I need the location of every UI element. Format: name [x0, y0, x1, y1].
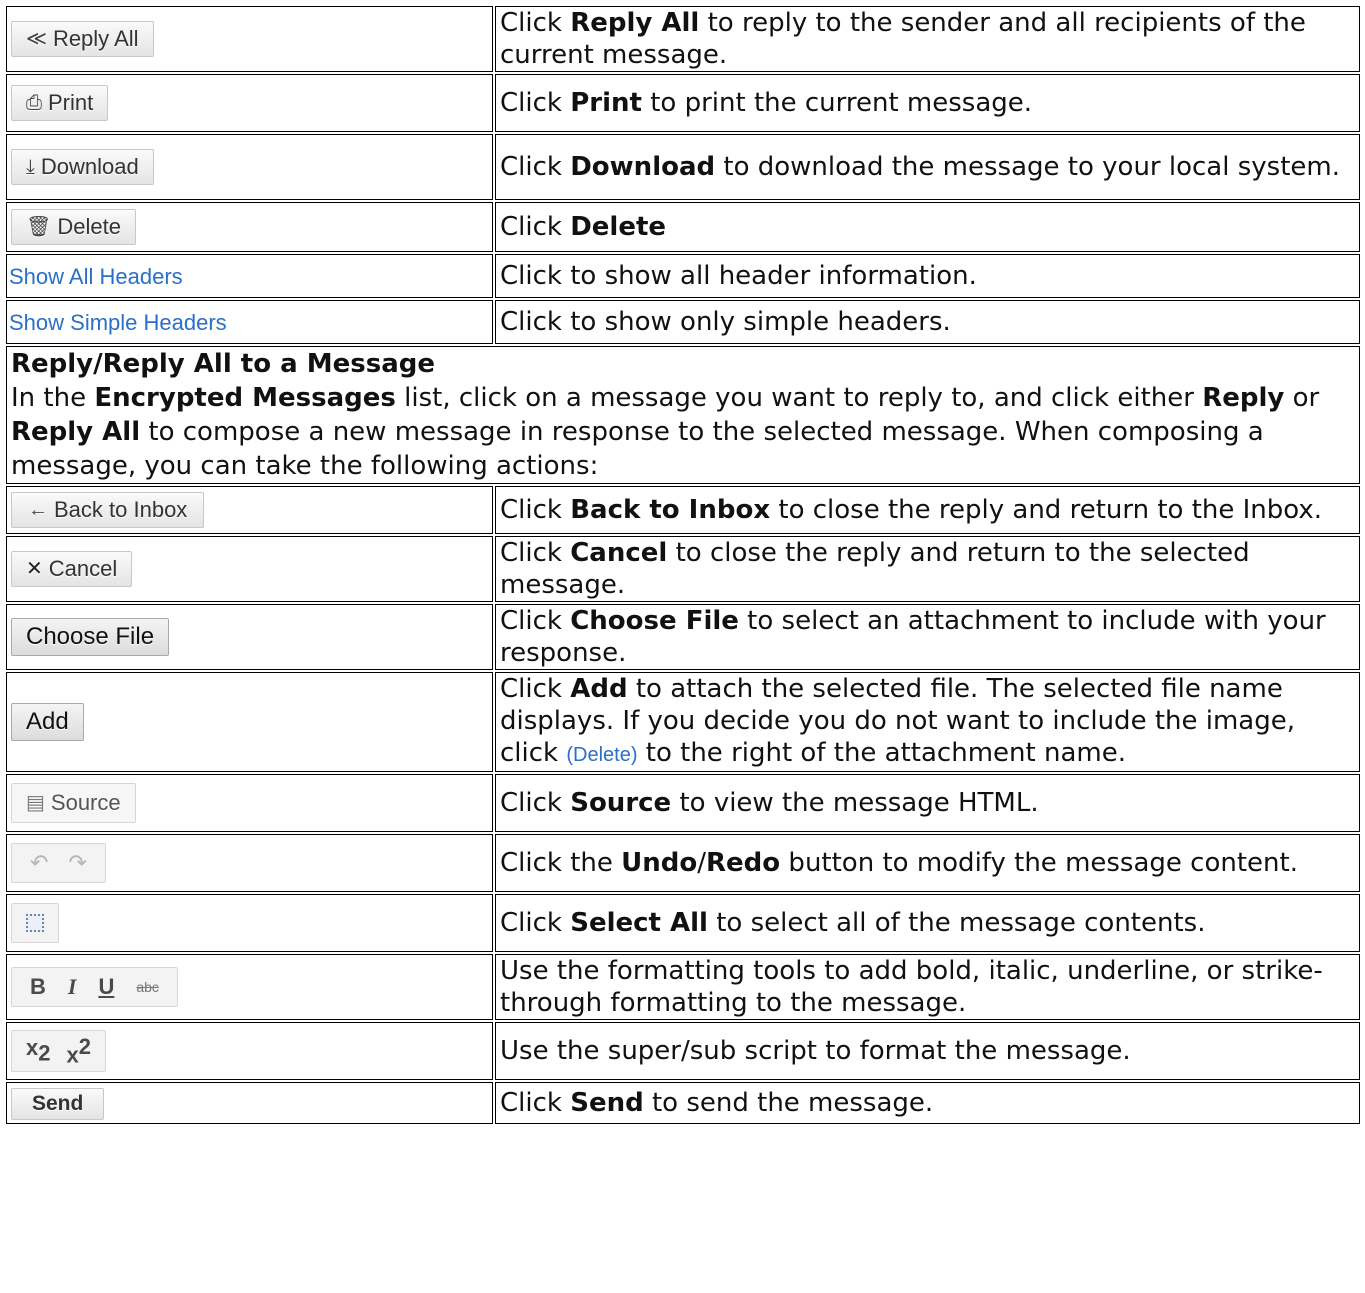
formatting-toolbar: B I U abc: [11, 967, 178, 1007]
arrow-left-icon: ←: [28, 499, 48, 521]
table-row: Choose File Click Choose File to select …: [6, 604, 1360, 670]
script-toolbar: x2 x2: [11, 1030, 106, 1072]
table-row: Click Select All to select all of the me…: [6, 894, 1360, 952]
reply-all-button[interactable]: ≪ Reply All: [11, 21, 154, 57]
select-all-button[interactable]: [11, 903, 59, 943]
control-cell: x2 x2: [6, 1022, 493, 1080]
control-cell: ▤ Source: [6, 774, 493, 832]
italic-icon[interactable]: I: [68, 971, 77, 1003]
table-row: Show All Headers Click to show all heade…: [6, 254, 1360, 298]
show-simple-headers-link[interactable]: Show Simple Headers: [9, 310, 227, 335]
reply-all-icon: ≪: [26, 28, 47, 50]
table-row: ⤓ Download Click Download to download th…: [6, 134, 1360, 200]
control-cell: Choose File: [6, 604, 493, 670]
control-cell: B I U abc: [6, 954, 493, 1020]
trash-icon: 🗑: [26, 216, 52, 238]
cancel-button[interactable]: ✕ Cancel: [11, 551, 133, 587]
table-row: ← Back to Inbox Click Back to Inbox to c…: [6, 486, 1360, 534]
description-cell: Click Back to Inbox to close the reply a…: [495, 486, 1360, 534]
section-title: Reply/Reply All to a Message: [11, 349, 435, 379]
control-cell: Show All Headers: [6, 254, 493, 298]
description-cell: Click Cancel to close the reply and retu…: [495, 536, 1360, 602]
description-cell: Click Choose File to select an attachmen…: [495, 604, 1360, 670]
choose-file-button[interactable]: Choose File: [11, 618, 170, 656]
section-cell: Reply/Reply All to a Message In the Encr…: [6, 346, 1360, 484]
send-button[interactable]: Send: [11, 1088, 105, 1120]
delete-attachment-link[interactable]: (Delete): [566, 744, 637, 766]
table-row: Show Simple Headers Click to show only s…: [6, 300, 1360, 344]
undo-icon[interactable]: ↶: [30, 847, 48, 879]
bold-icon[interactable]: B: [30, 971, 46, 1003]
help-table: ≪ Reply All Click Reply All to reply to …: [4, 4, 1362, 1126]
control-cell: Show Simple Headers: [6, 300, 493, 344]
control-cell: Send: [6, 1082, 493, 1124]
control-cell: [6, 894, 493, 952]
strikethrough-icon[interactable]: abc: [136, 971, 159, 1003]
download-button[interactable]: ⤓ Download: [11, 149, 154, 185]
table-row: B I U abc Use the formatting tools to ad…: [6, 954, 1360, 1020]
close-icon: ✕: [26, 558, 43, 580]
superscript-icon[interactable]: x2: [67, 1031, 92, 1071]
control-cell: ← Back to Inbox: [6, 486, 493, 534]
description-cell: Click Reply All to reply to the sender a…: [495, 6, 1360, 72]
table-row: ⎙ Print Click Print to print the current…: [6, 74, 1360, 132]
table-row: Send Click Send to send the message.: [6, 1082, 1360, 1124]
control-cell: ⤓ Download: [6, 134, 493, 200]
document-icon: ▤: [26, 792, 45, 814]
subscript-icon[interactable]: x2: [26, 1032, 51, 1069]
description-cell: Click the Undo/Redo button to modify the…: [495, 834, 1360, 892]
description-cell: Click to show all header information.: [495, 254, 1360, 298]
description-cell: Click Print to print the current message…: [495, 74, 1360, 132]
source-button[interactable]: ▤ Source: [11, 783, 136, 823]
control-cell: ≪ Reply All: [6, 6, 493, 72]
description-cell: Click Download to download the message t…: [495, 134, 1360, 200]
control-cell: ↶ ↷: [6, 834, 493, 892]
select-all-icon: [26, 914, 44, 932]
download-icon: ⤓: [26, 156, 35, 178]
description-cell: Click Add to attach the selected file. T…: [495, 672, 1360, 772]
description-cell: Click to show only simple headers.: [495, 300, 1360, 344]
description-cell: Click Select All to select all of the me…: [495, 894, 1360, 952]
control-cell: ⎙ Print: [6, 74, 493, 132]
table-row: x2 x2 Use the super/sub script to format…: [6, 1022, 1360, 1080]
control-cell: 🗑 Delete: [6, 202, 493, 252]
description-cell: Use the formatting tools to add bold, it…: [495, 954, 1360, 1020]
print-button[interactable]: ⎙ Print: [11, 85, 109, 121]
table-row: ↶ ↷ Click the Undo/Redo button to modify…: [6, 834, 1360, 892]
redo-icon[interactable]: ↷: [68, 847, 86, 879]
undo-redo-group: ↶ ↷: [11, 843, 106, 883]
table-row: ✕ Cancel Click Cancel to close the reply…: [6, 536, 1360, 602]
table-row: 🗑 Delete Click Delete: [6, 202, 1360, 252]
section-row: Reply/Reply All to a Message In the Encr…: [6, 346, 1360, 484]
description-cell: Use the super/sub script to format the m…: [495, 1022, 1360, 1080]
print-icon: ⎙: [26, 92, 42, 114]
delete-button[interactable]: 🗑 Delete: [11, 209, 136, 245]
underline-icon[interactable]: U: [98, 971, 114, 1003]
back-to-inbox-button[interactable]: ← Back to Inbox: [11, 492, 205, 528]
table-row: ≪ Reply All Click Reply All to reply to …: [6, 6, 1360, 72]
control-cell: ✕ Cancel: [6, 536, 493, 602]
control-cell: Add: [6, 672, 493, 772]
description-cell: Click Delete: [495, 202, 1360, 252]
description-cell: Click Source to view the message HTML.: [495, 774, 1360, 832]
show-all-headers-link[interactable]: Show All Headers: [9, 264, 183, 289]
add-attachment-button[interactable]: Add: [11, 703, 84, 741]
description-cell: Click Send to send the message.: [495, 1082, 1360, 1124]
table-row: Add Click Add to attach the selected fil…: [6, 672, 1360, 772]
table-row: ▤ Source Click Source to view the messag…: [6, 774, 1360, 832]
